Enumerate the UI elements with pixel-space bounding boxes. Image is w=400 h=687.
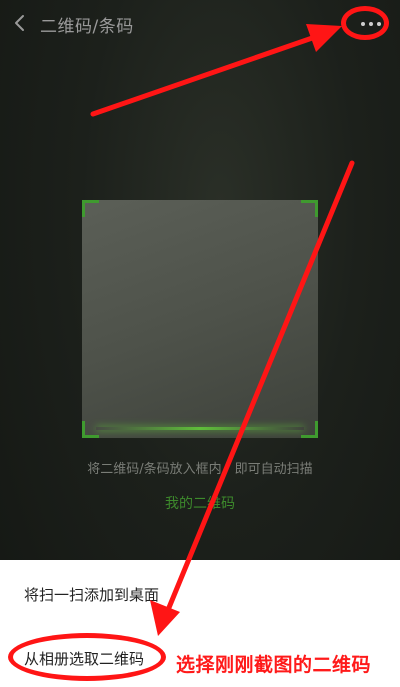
more-button-highlight bbox=[341, 6, 389, 40]
my-qr-code-link[interactable]: 我的二维码 bbox=[0, 493, 400, 513]
page-title: 二维码/条码 bbox=[40, 17, 134, 37]
scan-line bbox=[96, 427, 304, 430]
top-bar: 二维码/条码 bbox=[0, 0, 400, 48]
more-button[interactable] bbox=[341, 6, 391, 40]
scan-frame bbox=[82, 200, 318, 438]
add-to-desktop-item[interactable]: 将扫一扫添加到桌面 bbox=[24, 584, 159, 605]
scan-hint: 将二维码/条码放入框内，即可自动扫描 bbox=[87, 462, 313, 477]
annotation-text: 选择刚刚截图的二维码 bbox=[176, 654, 372, 676]
scan-corner-top-right bbox=[301, 200, 318, 217]
chevron-left-icon[interactable] bbox=[12, 13, 28, 33]
qr-scan-screen: 二维码/条码 将二维码/条码放入框内，即可自动扫描 我的二维码 将扫一扫添加到桌… bbox=[0, 0, 400, 687]
scan-corner-top-left bbox=[82, 200, 99, 217]
choose-from-album-item[interactable]: 从相册选取二维码 bbox=[24, 648, 144, 669]
